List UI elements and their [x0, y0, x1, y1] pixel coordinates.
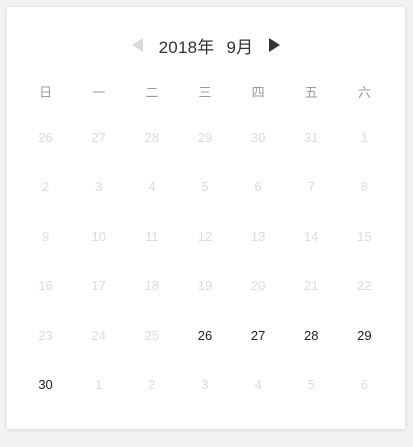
triangle-left-icon: [132, 38, 144, 52]
triangle-right-icon: [268, 38, 280, 52]
day-cell-outside: 28: [144, 130, 160, 145]
day-cell-outside: 13: [250, 228, 266, 244]
weekday-label: 三: [198, 85, 212, 100]
day-cell-outside: 20: [250, 278, 266, 294]
day-cell-outside: 16: [38, 278, 53, 294]
day-cell-outside: 4: [148, 179, 156, 195]
day-cell-outside: 19: [197, 278, 213, 294]
day-cell-outside: 12: [197, 228, 213, 244]
day-cell-outside: 6: [254, 179, 262, 195]
month-label: 9月: [226, 37, 254, 57]
day-cell-outside: 18: [144, 278, 160, 294]
weekday-header-row: 日一二三四五六: [19, 83, 391, 103]
day-cell-outside: 11: [145, 228, 159, 244]
day-cell-outside: 2: [41, 179, 50, 195]
day-cell-outside: 23: [38, 327, 53, 343]
day-cell-outside: 9: [41, 228, 50, 244]
day-cell-outside: 3: [201, 376, 209, 392]
day-cell-outside: 21: [304, 278, 319, 294]
year-label: 2018年: [158, 37, 215, 57]
day-grid: 26 27 28 29 30 31 1 2 3 4 5 6 7 8 9 10 11 12 13 14 15 16 17 18 1…: [19, 128, 391, 424]
weekday-label: 一: [92, 85, 106, 100]
day-cell-outside: 22: [357, 278, 372, 294]
day-cell-outside: 5: [201, 179, 209, 195]
day-cell-outside: 1: [95, 376, 103, 392]
day-cell-outside: 1: [360, 130, 369, 145]
day-cell-outside: 14: [304, 228, 319, 244]
weekday-label: 四: [251, 85, 265, 100]
day-cell-outside: 30: [250, 130, 266, 145]
calendar-card: 2018年 9月 日一二三四五六 26 27 28 29 30 31 1 2 3 4 5 6 7 8 9 10…: [7, 7, 405, 429]
weekday-label: 五: [304, 85, 318, 100]
prev-month-button[interactable]: [127, 34, 149, 56]
day-cell-outside: 3: [95, 179, 103, 195]
day-cell-outside: 15: [357, 228, 372, 244]
day-cell-outside: 27: [91, 130, 106, 145]
weekday-label: 二: [145, 85, 159, 100]
day-cell-outside: 24: [91, 327, 106, 343]
day-cell[interactable]: 28: [285, 326, 338, 346]
calendar-title: 2018年 9月: [159, 33, 254, 58]
day-cell-outside: 29: [197, 130, 213, 145]
day-cell[interactable]: 30: [19, 375, 72, 395]
day-cell[interactable]: 27: [232, 326, 285, 346]
day-cell[interactable]: 29: [338, 326, 391, 346]
day-cell-outside: 5: [307, 376, 315, 392]
weekday-label: 六: [357, 85, 371, 100]
day-cell-outside: 6: [360, 376, 369, 392]
day-cell-outside: 17: [91, 278, 106, 294]
day-cell-outside: 10: [91, 228, 106, 244]
day-cell[interactable]: 26: [178, 326, 231, 346]
day-cell-outside: 31: [304, 130, 319, 145]
weekday-label: 日: [39, 85, 53, 100]
day-cell-outside: 7: [307, 179, 315, 195]
day-cell-outside: 2: [148, 376, 156, 392]
next-month-button[interactable]: [263, 34, 285, 56]
day-cell-outside: 8: [360, 179, 369, 195]
calendar-header: 2018年 9月: [7, 33, 405, 57]
day-cell-outside: 26: [38, 130, 53, 145]
day-cell-outside: 4: [254, 376, 262, 392]
day-cell-outside: 25: [144, 327, 160, 343]
